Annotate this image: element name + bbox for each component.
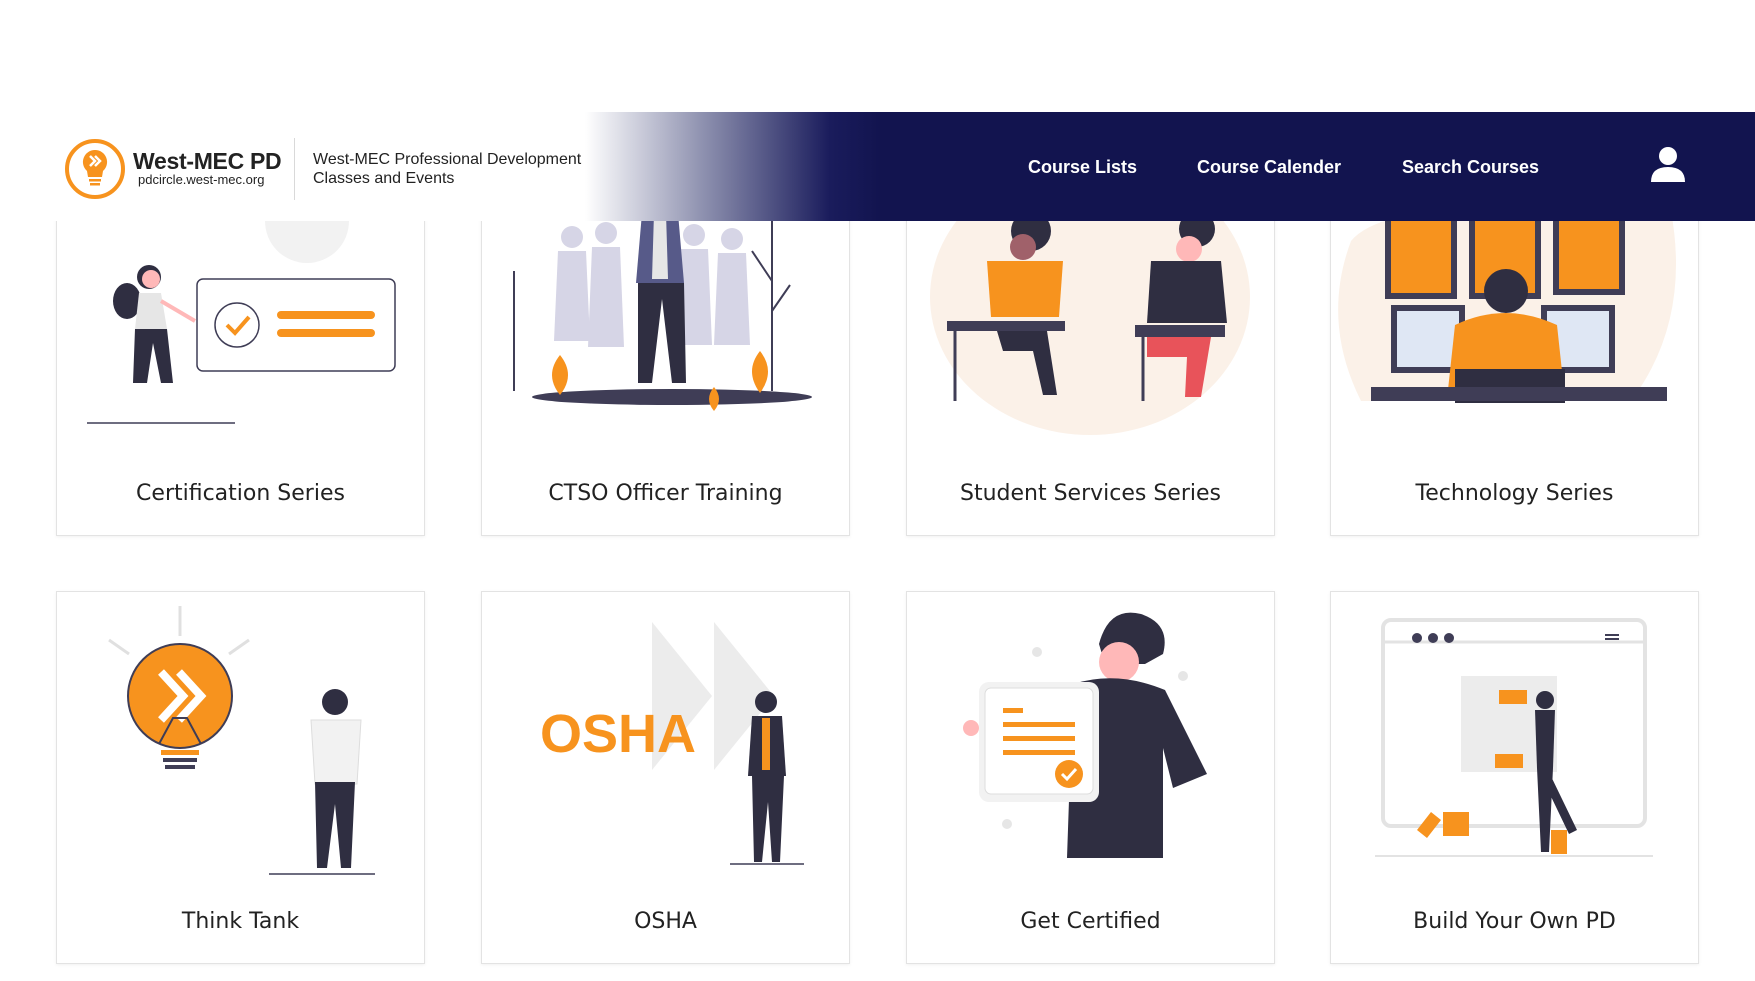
card-think-tank[interactable]: Think Tank	[56, 591, 425, 964]
tagline-line-2: Classes and Events	[313, 170, 455, 187]
checklist-illustration-icon	[87, 201, 396, 424]
header-bar: West-MEC PD pdcircle.west-mec.org West-M…	[0, 112, 1755, 221]
tagline-line-1: West-MEC Professional Development	[313, 151, 582, 168]
card-certification-series[interactable]: Certification Series	[56, 200, 425, 536]
students-desk-illustration-icon	[930, 201, 1250, 435]
osha-art-text: OSHA	[540, 704, 696, 764]
lightbulb-illustration-icon	[108, 606, 375, 875]
card-ctso-officer-training[interactable]: CTSO Officer Training	[481, 200, 850, 536]
nav-course-lists[interactable]: Course Lists	[1028, 157, 1137, 178]
certificate-illustration-icon	[963, 612, 1207, 858]
nav-course-calender[interactable]: Course Calender	[1197, 157, 1341, 178]
puzzle-illustration-icon	[1375, 618, 1653, 857]
card-build-your-own-pd[interactable]: Build Your Own PD	[1330, 591, 1699, 964]
lightbulb-logo-icon[interactable]	[64, 138, 126, 200]
card-title: Student Services Series	[959, 481, 1221, 506]
card-osha[interactable]: OSHA OSHA	[481, 591, 850, 964]
card-title: Certification Series	[136, 481, 345, 506]
card-title: Technology Series	[1415, 481, 1614, 506]
brand-divider	[294, 138, 295, 200]
card-title: CTSO Officer Training	[548, 481, 783, 506]
brand-url: pdcircle.west-mec.org	[138, 172, 265, 187]
group-leader-illustration-icon	[513, 213, 812, 411]
card-title: Get Certified	[1020, 909, 1161, 934]
card-title: OSHA	[634, 909, 697, 934]
card-get-certified[interactable]: Get Certified	[906, 591, 1275, 964]
site-tagline: West-MEC Professional Development Classe…	[313, 150, 613, 188]
card-technology-series[interactable]: Technology Series	[1330, 200, 1699, 536]
card-title: Build Your Own PD	[1413, 909, 1616, 934]
card-student-services-series[interactable]: Student Services Series	[906, 200, 1275, 536]
card-title: Think Tank	[181, 909, 300, 934]
monitors-illustration-icon	[1338, 205, 1676, 403]
nav-search-courses[interactable]: Search Courses	[1402, 157, 1539, 178]
brand-title[interactable]: West-MEC PD	[133, 148, 282, 175]
osha-illustration-icon: OSHA	[540, 622, 804, 865]
user-icon[interactable]	[1648, 144, 1688, 184]
